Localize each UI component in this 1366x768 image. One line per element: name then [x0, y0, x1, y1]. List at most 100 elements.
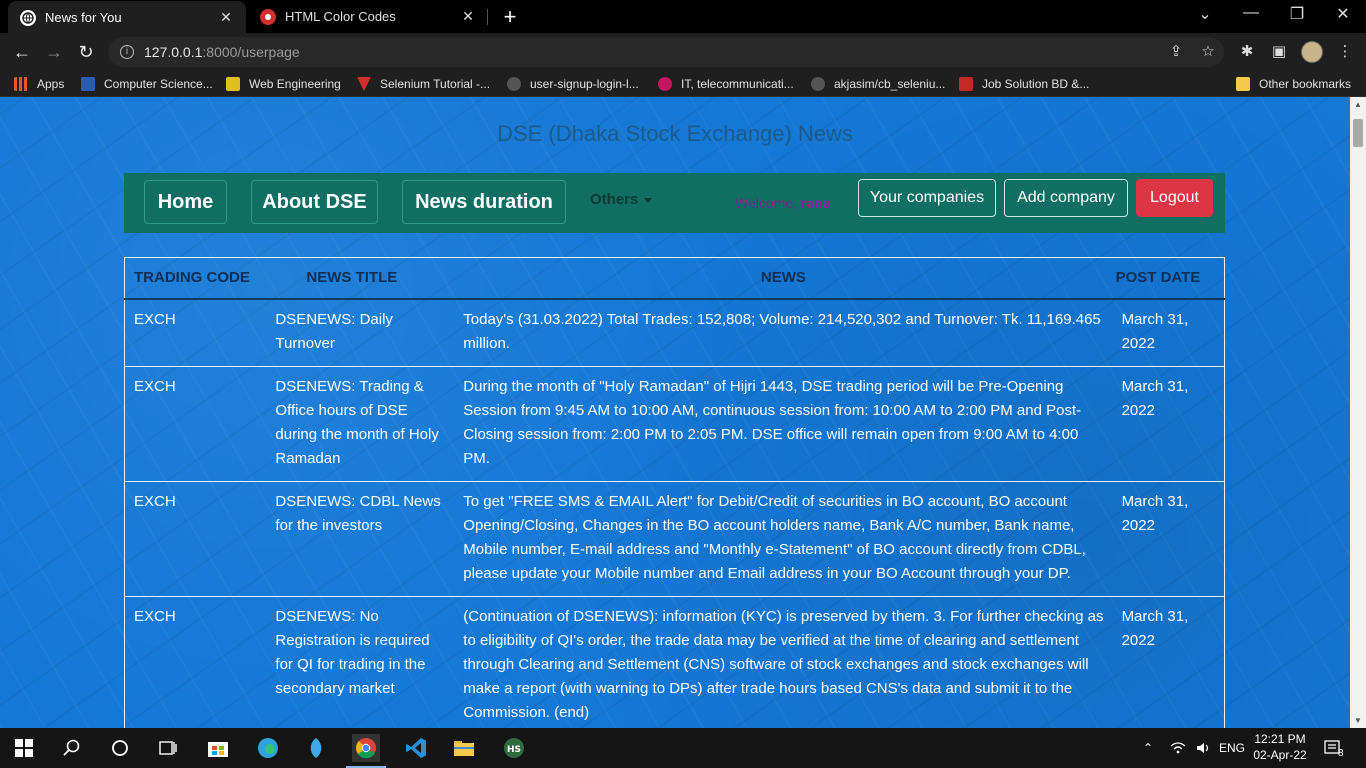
nav-home[interactable]: Home — [144, 180, 227, 224]
others-label: Others — [590, 191, 639, 208]
notification-center-icon[interactable]: 8 — [1324, 728, 1344, 768]
nav-others-dropdown[interactable]: Others — [590, 191, 653, 208]
other-bookmarks[interactable]: Other bookmarks — [1236, 75, 1351, 93]
table-row: EXCH DSENEWS: CDBL News for the investor… — [124, 480, 1225, 596]
cell-trading-code: EXCH — [124, 298, 267, 366]
side-panel-icon[interactable]: ▣ — [1268, 41, 1290, 63]
header-news-title: NEWS TITLE — [266, 257, 455, 300]
taskbar-clock[interactable]: 12:21 PM 02-Apr-22 — [1250, 731, 1310, 763]
github-icon — [811, 77, 825, 91]
color-codes-icon — [260, 8, 276, 25]
scroll-down-icon[interactable]: ▼ — [1350, 716, 1366, 725]
cell-news: (Continuation of DSENEWS): information (… — [454, 595, 1113, 728]
network-icon[interactable] — [1170, 728, 1186, 768]
header-news: NEWS — [454, 257, 1113, 300]
scroll-up-icon[interactable]: ▲ — [1350, 100, 1366, 109]
welcome-prefix: Welcome, — [735, 195, 797, 211]
back-button[interactable]: ← — [9, 39, 35, 65]
microsoft-store-icon[interactable] — [204, 734, 232, 762]
page-viewport: DSE (Dhaka Stock Exchange) News Home Abo… — [0, 97, 1350, 728]
caret-down-icon — [644, 197, 653, 203]
bookmark-favicon-icon — [959, 77, 973, 91]
add-company-button[interactable]: Add company — [1004, 179, 1128, 217]
bookmark-favicon-icon — [357, 77, 371, 91]
bookmark-apps[interactable]: Apps — [14, 75, 64, 93]
app-icon[interactable] — [302, 734, 330, 762]
tab-news-for-you[interactable]: News for You ✕ — [8, 1, 246, 34]
bookmark-star-icon[interactable]: ☆ — [1197, 41, 1219, 63]
tab-title: HTML Color Codes — [285, 9, 396, 24]
cell-news: Today's (31.03.2022) Total Trades: 152,8… — [454, 298, 1113, 366]
show-hidden-icons[interactable]: ⌃ — [1143, 728, 1153, 768]
page-scrollbar[interactable]: ▲ ▼ — [1350, 97, 1366, 728]
bookmark-selenium-tutorial[interactable]: Selenium Tutorial -... — [357, 75, 490, 93]
bookmark-label: Computer Science... — [104, 77, 213, 91]
edge-icon[interactable] — [254, 734, 282, 762]
new-tab-button[interactable]: + — [498, 4, 522, 30]
bookmark-label: IT, telecommunicati... — [681, 77, 794, 91]
cell-post-date: March 31, 2022 — [1112, 595, 1225, 728]
restore-button[interactable]: ❐ — [1282, 4, 1312, 24]
bookmark-akjasim[interactable]: akjasim/cb_seleniu... — [811, 75, 945, 93]
cell-post-date: March 31, 2022 — [1112, 298, 1225, 366]
tab-search-button[interactable]: ⌄ — [1190, 4, 1220, 24]
minimize-button[interactable]: — — [1236, 4, 1266, 22]
profile-avatar[interactable] — [1301, 41, 1323, 63]
menu-icon[interactable]: ⋮ — [1334, 41, 1356, 63]
table-row: EXCH DSENEWS: Trading & Office hours of … — [124, 365, 1225, 481]
hs-app-icon[interactable]: HS — [500, 734, 528, 762]
notification-count: 8 — [1338, 747, 1344, 759]
cell-news-title: DSENEWS: Trading & Office hours of DSE d… — [266, 365, 455, 481]
forward-button[interactable]: → — [41, 39, 67, 65]
github-icon — [507, 77, 521, 91]
cell-trading-code: EXCH — [124, 365, 267, 481]
window-close-button[interactable]: ✕ — [1328, 4, 1358, 24]
vscode-icon[interactable] — [402, 734, 430, 762]
bookmark-favicon-icon — [658, 77, 672, 91]
bookmarks-bar: Apps Computer Science... Web Engineering… — [0, 71, 1366, 97]
tab-html-color-codes[interactable]: HTML Color Codes ✕ — [248, 0, 488, 33]
cell-post-date: March 31, 2022 — [1112, 365, 1225, 481]
windows-start-icon[interactable] — [10, 734, 38, 762]
scrollbar-thumb[interactable] — [1353, 119, 1363, 147]
extensions-icon[interactable]: ✱ — [1236, 41, 1258, 63]
file-explorer-icon[interactable] — [450, 734, 478, 762]
bookmark-computer-science[interactable]: Computer Science... — [81, 75, 213, 93]
bookmark-web-engineering[interactable]: Web Engineering — [226, 75, 341, 93]
language-indicator[interactable]: ENG — [1219, 728, 1245, 768]
tab-separator — [487, 9, 488, 25]
windows-taskbar: HS ⌃ ENG 12:21 PM 02-Apr-22 8 — [0, 728, 1366, 768]
folder-icon — [1236, 77, 1250, 91]
welcome-text: Welcome, rana — [735, 195, 830, 211]
bookmark-user-signup[interactable]: user-signup-login-l... — [507, 75, 639, 93]
close-icon[interactable]: ✕ — [460, 8, 476, 25]
table-row: EXCH DSENEWS: Daily Turnover Today's (31… — [124, 298, 1225, 366]
bookmark-it-telecom[interactable]: IT, telecommunicati... — [658, 75, 794, 93]
cell-trading-code: EXCH — [124, 595, 267, 728]
share-icon[interactable]: ⇪ — [1165, 41, 1187, 63]
cell-trading-code: EXCH — [124, 480, 267, 596]
close-icon[interactable]: ✕ — [218, 9, 234, 26]
cell-news-title: DSENEWS: Daily Turnover — [266, 298, 455, 366]
site-info-icon[interactable]: i — [120, 45, 134, 59]
bookmark-job-solution[interactable]: Job Solution BD &... — [959, 75, 1089, 93]
cell-post-date: March 31, 2022 — [1112, 480, 1225, 596]
nav-news-duration[interactable]: News duration — [402, 180, 566, 224]
apps-grid-icon — [14, 77, 28, 91]
browser-toolbar: ← → ↻ i 127.0.0.1:8000/userpage ⇪ ☆ ✱ ▣ … — [0, 33, 1366, 71]
site-navbar: Home About DSE News duration Others Welc… — [124, 173, 1225, 233]
svg-text:HS: HS — [507, 745, 521, 755]
address-bar[interactable]: i 127.0.0.1:8000/userpage — [108, 37, 1224, 67]
bookmark-label: Apps — [37, 77, 65, 91]
your-companies-button[interactable]: Your companies — [858, 179, 996, 217]
search-icon[interactable] — [58, 734, 86, 762]
reload-button[interactable]: ↻ — [73, 39, 99, 65]
chrome-icon[interactable] — [346, 734, 386, 768]
cortana-icon[interactable] — [106, 734, 134, 762]
nav-about-dse[interactable]: About DSE — [251, 180, 378, 224]
header-trading-code: TRADING CODE — [124, 257, 267, 300]
volume-icon[interactable] — [1196, 728, 1212, 768]
browser-tab-strip: News for You ✕ HTML Color Codes ✕ + ⌄ — … — [0, 0, 1366, 34]
task-view-icon[interactable] — [154, 734, 182, 762]
logout-button[interactable]: Logout — [1136, 179, 1213, 217]
